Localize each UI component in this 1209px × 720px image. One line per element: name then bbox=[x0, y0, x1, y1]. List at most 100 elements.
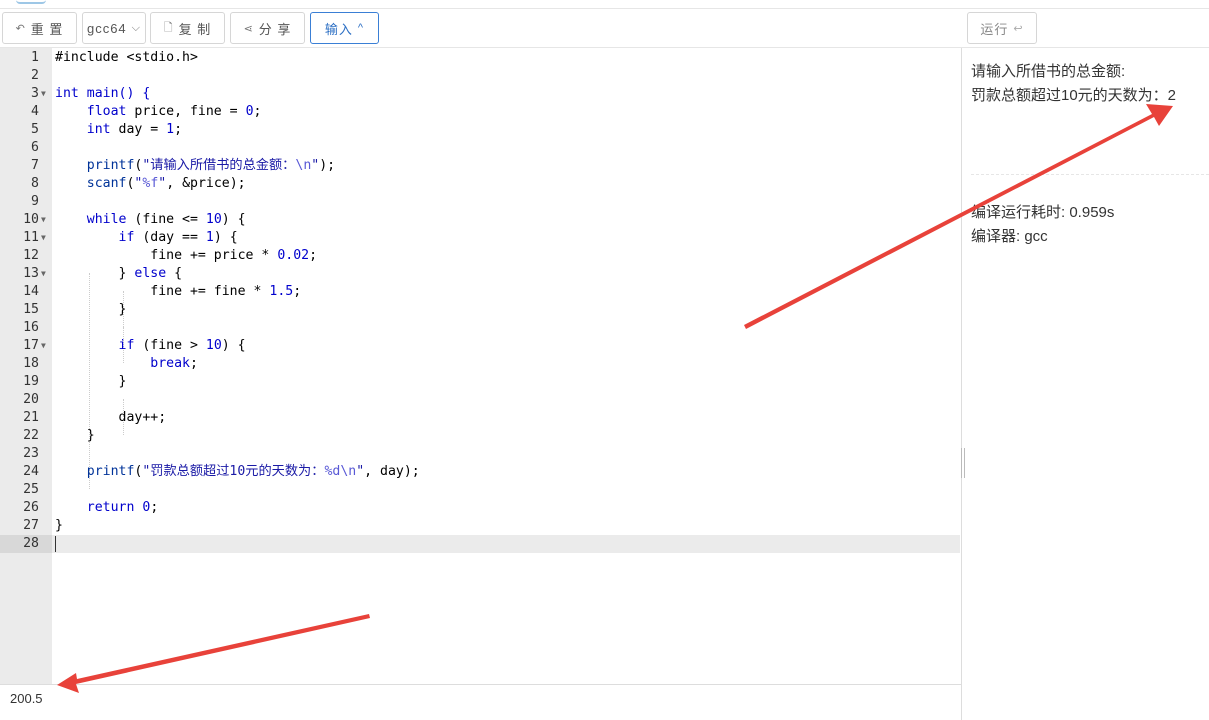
code-line: 22 } bbox=[0, 427, 960, 445]
compiler-value: gcc64 bbox=[86, 20, 127, 36]
code-text: int day = 1; bbox=[86, 122, 183, 137]
code-text: int main() { bbox=[55, 86, 151, 101]
copy-button[interactable]: 🗋 复 制 bbox=[150, 12, 225, 44]
line-number: 19 bbox=[23, 374, 39, 389]
code-editor[interactable]: 1 #include <stdio.h> 2 3 ▼ int main() { … bbox=[0, 48, 962, 684]
code-line: 23 bbox=[0, 445, 960, 463]
line-number: 14 bbox=[23, 284, 39, 299]
code-line: 7 printf("请输入所借书的总金额：\n"); bbox=[0, 157, 960, 175]
code-text: if (fine > 10) { bbox=[118, 338, 246, 353]
code-line: 6 bbox=[0, 139, 960, 157]
code-line: 9 bbox=[0, 193, 960, 211]
run-button[interactable]: 运行 ↩ bbox=[967, 12, 1037, 44]
output-panel: 请输入所借书的总金额: 罚款总额超过10元的天数为：2 编译运行耗时: 0.95… bbox=[963, 48, 1209, 720]
code-text: #include <stdio.h> bbox=[55, 50, 198, 65]
active-code-line: 28 bbox=[0, 535, 960, 553]
code-text: } else { bbox=[118, 266, 183, 281]
reset-button[interactable]: ↶ 重 置 bbox=[2, 12, 77, 44]
code-line: 16 bbox=[0, 319, 960, 337]
line-number: 11 bbox=[23, 230, 39, 245]
logo-fragment bbox=[16, 0, 46, 4]
input-label: 输入 bbox=[324, 21, 353, 37]
code-line: 25 bbox=[0, 481, 960, 499]
code-text: } bbox=[118, 374, 127, 389]
line-number: 23 bbox=[23, 446, 39, 461]
run-time: 编译运行耗时: 0.959s bbox=[971, 204, 1115, 221]
line-number: 5 bbox=[31, 122, 39, 137]
code-text: scanf("%f", &price); bbox=[86, 176, 246, 191]
code-line: 14 fine += fine * 1.5; bbox=[0, 283, 960, 301]
line-number: 24 bbox=[23, 464, 39, 479]
divider bbox=[971, 174, 1209, 175]
code-line: 3 ▼ int main() { bbox=[0, 85, 960, 103]
compiler-info: 编译器: gcc bbox=[971, 228, 1048, 245]
fold-arrow-icon[interactable]: ▼ bbox=[41, 211, 46, 229]
fold-arrow-icon[interactable]: ▼ bbox=[41, 337, 46, 355]
line-number: 25 bbox=[23, 482, 39, 497]
input-toggle-button[interactable]: 输入 ^ bbox=[310, 12, 379, 44]
undo-icon: ↶ bbox=[15, 22, 26, 35]
code-line: 5 int day = 1; bbox=[0, 121, 960, 139]
line-number: 10 bbox=[23, 212, 39, 227]
document-icon: 🗋 bbox=[163, 21, 174, 34]
chevron-up-icon: ^ bbox=[357, 22, 365, 34]
share-label: 分 享 bbox=[258, 21, 292, 37]
fold-arrow-icon[interactable]: ▼ bbox=[41, 265, 46, 283]
code-line: 27 } bbox=[0, 517, 960, 535]
line-number: 1 bbox=[31, 50, 39, 65]
code-line: 18 break; bbox=[0, 355, 960, 373]
code-text: float price, fine = 0; bbox=[86, 104, 262, 119]
code-line: 19 } bbox=[0, 373, 960, 391]
code-text: return 0; bbox=[86, 500, 159, 515]
run-label: 运行 bbox=[980, 21, 1009, 37]
line-number: 28 bbox=[23, 536, 39, 551]
code-line: 26 return 0; bbox=[0, 499, 960, 517]
line-number: 3 bbox=[31, 86, 39, 101]
toolbar: ↶ 重 置 gcc64 ⌵ 🗋 复 制 ⋖ 分 享 输入 ^ 运行 ↩ bbox=[0, 8, 1209, 48]
fold-arrow-icon[interactable]: ▼ bbox=[41, 229, 46, 247]
stdin-input[interactable]: 200.5 bbox=[0, 684, 962, 720]
line-number: 8 bbox=[31, 176, 39, 191]
line-number: 12 bbox=[23, 248, 39, 263]
code-line: 24 printf("罚款总额超过10元的天数为：%d\n", day); bbox=[0, 463, 960, 481]
code-line: 11 ▼ if (day == 1) { bbox=[0, 229, 960, 247]
code-text: } bbox=[55, 518, 63, 533]
line-number: 26 bbox=[23, 500, 39, 515]
code-text: } bbox=[118, 302, 127, 317]
code-line: 4 float price, fine = 0; bbox=[0, 103, 960, 121]
text-cursor bbox=[55, 536, 56, 552]
code-line: 12 fine += price * 0.02; bbox=[0, 247, 960, 265]
online-compiler: ↶ 重 置 gcc64 ⌵ 🗋 复 制 ⋖ 分 享 输入 ^ 运行 ↩ 1 #i… bbox=[0, 0, 1209, 720]
line-number: 2 bbox=[31, 68, 39, 83]
code-line: 20 bbox=[0, 391, 960, 409]
code-line: 10 ▼ while (fine <= 10) { bbox=[0, 211, 960, 229]
code-text: break; bbox=[150, 356, 198, 371]
line-number: 16 bbox=[23, 320, 39, 335]
line-number: 17 bbox=[23, 338, 39, 353]
line-number: 4 bbox=[31, 104, 39, 119]
code-text: } bbox=[86, 428, 95, 443]
code-line: 13 ▼ } else { bbox=[0, 265, 960, 283]
share-button[interactable]: ⋖ 分 享 bbox=[230, 12, 305, 44]
code-line: 1 #include <stdio.h> bbox=[0, 49, 960, 67]
code-text: fine += fine * 1.5; bbox=[150, 284, 302, 299]
code-text: day++; bbox=[118, 410, 167, 425]
output-line: 请输入所借书的总金额: bbox=[971, 63, 1126, 80]
line-number: 6 bbox=[31, 140, 39, 155]
code-line: 8 scanf("%f", &price); bbox=[0, 175, 960, 193]
line-number: 18 bbox=[23, 356, 39, 371]
chevron-down-icon: ⌵ bbox=[131, 21, 142, 34]
code-line: 21 day++; bbox=[0, 409, 960, 427]
copy-label: 复 制 bbox=[178, 21, 212, 37]
line-number: 21 bbox=[23, 410, 39, 425]
fold-arrow-icon[interactable]: ▼ bbox=[41, 85, 46, 103]
code-text: fine += price * 0.02; bbox=[150, 248, 318, 263]
code-line: 2 bbox=[0, 67, 960, 85]
code-text: while (fine <= 10) { bbox=[86, 212, 246, 227]
compiler-select[interactable]: gcc64 ⌵ bbox=[82, 12, 146, 44]
line-number: 27 bbox=[23, 518, 39, 533]
line-number: 20 bbox=[23, 392, 39, 407]
code-text: if (day == 1) { bbox=[118, 230, 238, 245]
reset-label: 重 置 bbox=[30, 21, 64, 37]
code-text: printf("请输入所借书的总金额：\n"); bbox=[86, 158, 336, 173]
